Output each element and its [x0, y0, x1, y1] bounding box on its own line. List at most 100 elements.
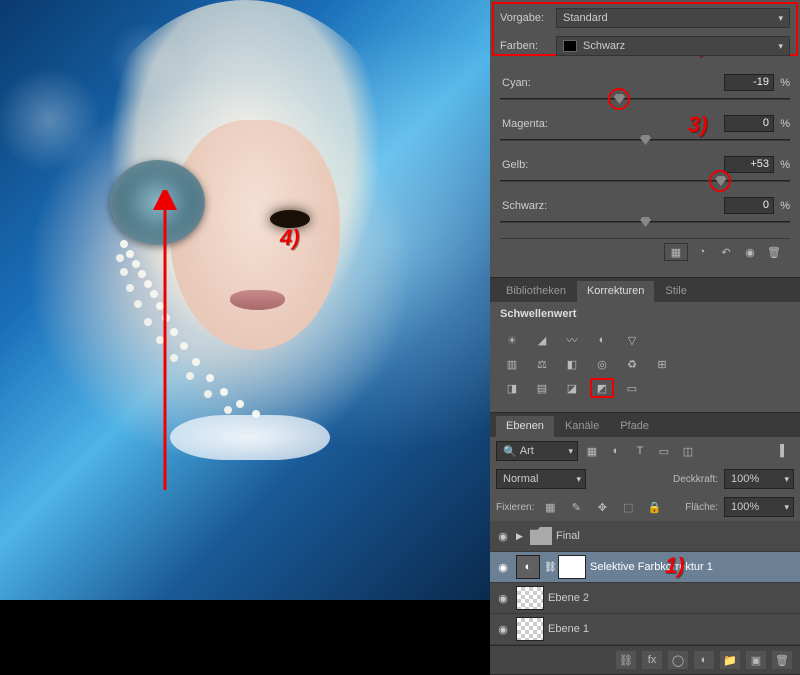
filter-shape-icon[interactable]: ▭ — [654, 442, 674, 460]
mask-thumb[interactable] — [558, 555, 586, 579]
new-adjustment-icon[interactable]: ◐ — [694, 651, 714, 669]
delete-layer-icon[interactable]: 🗑 — [772, 651, 792, 669]
lock-all-icon[interactable]: 🔒 — [644, 498, 664, 516]
link-mask-icon[interactable]: ⛓ — [544, 562, 554, 573]
blend-mode-dropdown[interactable]: Normal — [496, 469, 586, 489]
annotation-4: 4) — [280, 225, 300, 251]
folder-icon — [530, 527, 552, 545]
document-canvas[interactable]: 4) — [0, 0, 490, 600]
visibility-toggle[interactable]: ◉ — [494, 530, 512, 543]
image-content — [170, 120, 340, 350]
preset-label: Vorgabe: — [500, 12, 556, 24]
color-balance-icon[interactable]: ⚖ — [530, 354, 554, 374]
color-swatch — [563, 40, 577, 52]
fill-label: Fläche: — [685, 502, 718, 513]
magenta-value[interactable]: 0 — [724, 115, 774, 132]
mask-icon[interactable]: ◯ — [668, 651, 688, 669]
filter-smart-icon[interactable]: ◫ — [678, 442, 698, 460]
expand-arrow-icon[interactable]: ▶ — [516, 531, 526, 542]
layer-name[interactable]: Final — [556, 530, 796, 542]
image-content — [170, 415, 330, 460]
layer-thumb[interactable] — [516, 617, 544, 641]
layer-row-group[interactable]: ◉ ▶ Final — [490, 521, 800, 552]
new-layer-icon[interactable]: ▣ — [746, 651, 766, 669]
lock-label: Fixieren: — [496, 502, 534, 513]
gelb-slider[interactable] — [500, 175, 790, 187]
cyan-label: Cyan: — [500, 77, 724, 89]
toggle-absolute-icon[interactable]: ▦ — [664, 243, 688, 261]
hue-sat-icon[interactable]: ▥ — [500, 354, 524, 374]
layer-name[interactable]: Ebene 1 — [548, 623, 796, 635]
filter-pixel-icon[interactable]: ▦ — [582, 442, 602, 460]
threshold-icon[interactable]: ◪ — [560, 378, 584, 398]
clip-to-layer-icon[interactable]: ◔ — [692, 243, 712, 261]
preset-dropdown[interactable]: Standard — [556, 8, 790, 28]
bw-icon[interactable]: ◧ — [560, 354, 584, 374]
gradient-map-icon[interactable]: ▭ — [620, 378, 644, 398]
gelb-label: Gelb: — [500, 159, 724, 171]
right-panel: 2) Vorgabe: Standard Farben: Schwarz Cya… — [490, 0, 800, 600]
visibility-toggle[interactable]: ◉ — [494, 623, 512, 636]
selective-color-icon[interactable]: ◩ — [590, 378, 614, 398]
link-layers-icon[interactable]: ⛓ — [616, 651, 636, 669]
layer-row-ebene2[interactable]: ◉ Ebene 2 — [490, 583, 800, 614]
selective-color-panel: 2) Vorgabe: Standard Farben: Schwarz Cya… — [490, 0, 800, 278]
layer-name[interactable]: Ebene 2 — [548, 592, 796, 604]
layer-row-ebene1[interactable]: ◉ Ebene 1 — [490, 614, 800, 645]
photo-filter-icon[interactable]: ◎ — [590, 354, 614, 374]
lock-transparent-icon[interactable]: ▦ — [540, 498, 560, 516]
layer-filter-dropdown[interactable]: 🔍 Art — [496, 441, 578, 461]
colors-dropdown[interactable]: Schwarz — [556, 36, 790, 56]
gelb-value[interactable]: +53 — [724, 156, 774, 173]
tab-layers[interactable]: Ebenen — [496, 416, 554, 437]
exposure-icon[interactable]: ◐ — [590, 330, 614, 350]
brightness-contrast-icon[interactable]: ☀ — [500, 330, 524, 350]
annotation-1: 1) — [665, 553, 685, 579]
layer-name[interactable]: Selektive Farbkorrektur 1 — [590, 561, 796, 573]
tab-paths[interactable]: Pfade — [610, 416, 659, 437]
fill-input[interactable]: 100% — [724, 497, 794, 517]
opacity-input[interactable]: 100% — [724, 469, 794, 489]
invert-icon[interactable]: ◨ — [500, 378, 524, 398]
image-content — [120, 240, 128, 248]
colors-label: Farben: — [500, 40, 556, 52]
previous-state-icon[interactable]: ↶ — [716, 243, 736, 261]
cyan-value[interactable]: -19 — [724, 74, 774, 91]
cyan-slider[interactable] — [500, 93, 790, 105]
schwarz-slider[interactable] — [500, 216, 790, 228]
filter-adjust-icon[interactable]: ◐ — [606, 442, 626, 460]
levels-icon[interactable]: ◢ — [530, 330, 554, 350]
visibility-toggle[interactable]: ◉ — [494, 561, 512, 574]
lock-position-icon[interactable]: ✥ — [592, 498, 612, 516]
tab-adjustments[interactable]: Korrekturen — [577, 281, 654, 302]
new-group-icon[interactable]: 📁 — [720, 651, 740, 669]
trash-icon[interactable]: 🗑 — [764, 243, 784, 261]
adjustment-hover-label: Schwellenwert — [490, 302, 800, 322]
layers-panel: Ebenen Kanäle Pfade 🔍 Art ▦ ◐ T ▭ ◫ ▌ No… — [490, 413, 800, 675]
schwarz-label: Schwarz: — [500, 200, 724, 212]
image-content — [110, 160, 205, 245]
layer-list: ◉ ▶ Final ◉ ◐ ⛓ Selektive Farbkorrektur … — [490, 521, 800, 645]
schwarz-value[interactable]: 0 — [724, 197, 774, 214]
visibility-icon[interactable]: ◉ — [740, 243, 760, 261]
layer-row-selective-color[interactable]: ◉ ◐ ⛓ Selektive Farbkorrektur 1 — [490, 552, 800, 583]
posterize-icon[interactable]: ▤ — [530, 378, 554, 398]
filter-type-icon[interactable]: T — [630, 442, 650, 460]
color-lookup-icon[interactable]: ⊞ — [650, 354, 674, 374]
adjustments-panel: Bibliotheken Korrekturen Stile Schwellen… — [490, 278, 800, 413]
tab-channels[interactable]: Kanäle — [555, 416, 609, 437]
visibility-toggle[interactable]: ◉ — [494, 592, 512, 605]
tab-styles[interactable]: Stile — [655, 281, 696, 302]
channel-mixer-icon[interactable]: ♻ — [620, 354, 644, 374]
magenta-slider[interactable] — [500, 134, 790, 146]
filter-toggle-icon[interactable]: ▌ — [774, 442, 794, 460]
tab-libraries[interactable]: Bibliotheken — [496, 281, 576, 302]
adjustment-thumb-icon[interactable]: ◐ — [516, 555, 540, 579]
fx-icon[interactable]: fx — [642, 651, 662, 669]
curves-icon[interactable]: 〰 — [560, 330, 584, 350]
lock-artboard-icon[interactable]: ⬚ — [618, 498, 638, 516]
layer-thumb[interactable] — [516, 586, 544, 610]
vibrance-icon[interactable]: ▽ — [620, 330, 644, 350]
opacity-label: Deckkraft: — [673, 474, 718, 485]
lock-pixels-icon[interactable]: ✎ — [566, 498, 586, 516]
